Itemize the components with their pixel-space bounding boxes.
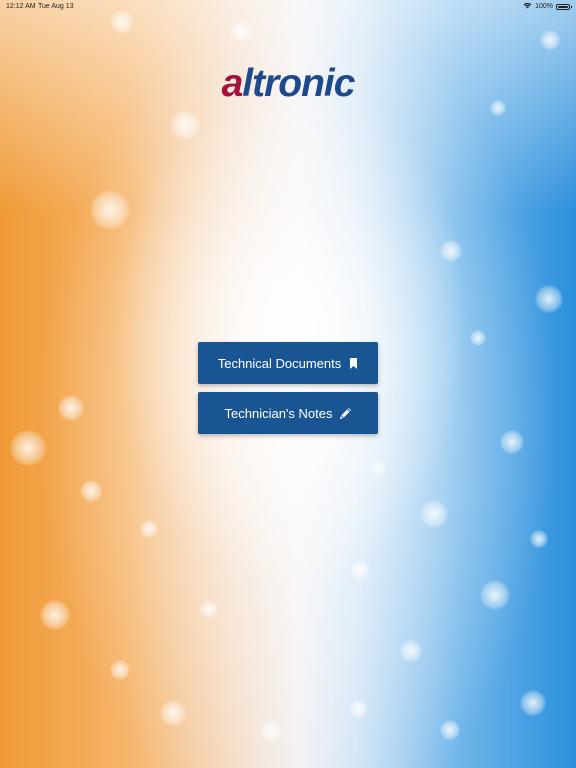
bokeh-light <box>140 520 158 538</box>
bokeh-light <box>10 430 46 466</box>
bokeh-light <box>440 240 462 262</box>
bokeh-light <box>40 600 70 630</box>
logo-text: ltronic <box>242 62 355 105</box>
bokeh-light <box>480 580 510 610</box>
technical-documents-button[interactable]: Technical Documents <box>198 342 378 384</box>
altronic-logo: altronic <box>0 62 576 106</box>
bokeh-light <box>160 700 186 726</box>
bokeh-light <box>230 20 252 42</box>
status-date: Tue Aug 13 <box>38 3 74 10</box>
bokeh-light <box>170 110 200 140</box>
bokeh-light <box>440 720 460 740</box>
bokeh-light <box>350 700 368 718</box>
bokeh-light <box>90 190 130 230</box>
battery-icon <box>556 3 572 10</box>
bokeh-light <box>350 560 370 580</box>
bokeh-light <box>470 330 486 346</box>
battery-percent: 100% <box>535 3 553 10</box>
pencil-icon <box>340 407 352 419</box>
bookmark-icon <box>349 357 358 369</box>
technical-documents-label: Technical Documents <box>217 355 342 371</box>
background-image <box>0 0 576 768</box>
bokeh-light <box>500 430 524 454</box>
bokeh-light <box>58 395 84 421</box>
battery-fill <box>558 5 568 8</box>
bokeh-light <box>200 600 218 618</box>
bokeh-light <box>420 500 448 528</box>
bokeh-light <box>260 720 282 742</box>
wifi-icon <box>523 2 532 11</box>
bokeh-light <box>370 460 386 476</box>
technicians-notes-label: Technician's Notes <box>224 405 333 421</box>
logo-letter-a: a <box>221 62 244 105</box>
bokeh-light <box>540 30 560 50</box>
bokeh-light <box>535 285 563 313</box>
status-right: 100% <box>523 2 572 11</box>
bokeh-light <box>110 660 130 680</box>
bokeh-light <box>80 480 102 502</box>
bokeh-light <box>530 530 548 548</box>
status-bar: 12:12 AM Tue Aug 13 100% <box>0 0 576 14</box>
bokeh-light <box>520 690 546 716</box>
bokeh-light <box>400 640 422 662</box>
technicians-notes-button[interactable]: Technician's Notes <box>198 392 378 434</box>
status-time: 12:12 AM <box>6 3 36 10</box>
